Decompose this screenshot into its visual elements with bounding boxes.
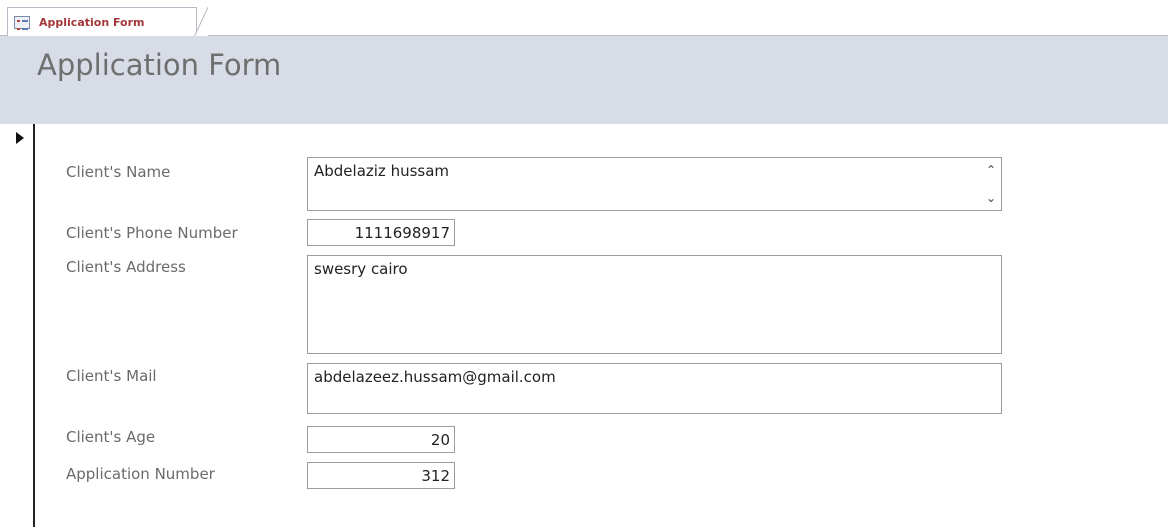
- form-header: Application Form: [0, 36, 1168, 124]
- application-number-field[interactable]: 312: [307, 462, 455, 489]
- client-name-label: Client's Name: [66, 163, 171, 181]
- tab-label: Application Form: [39, 15, 145, 29]
- record-selector[interactable]: [8, 124, 35, 527]
- client-age-value: 20: [430, 431, 450, 449]
- client-mail-value: abdelazeez.hussam@gmail.com: [314, 368, 556, 386]
- client-name-field[interactable]: Abdelaziz hussam ⌃ ⌄: [307, 157, 1002, 211]
- client-phone-field[interactable]: 1111698917: [307, 219, 455, 246]
- client-address-field[interactable]: swesry cairo: [307, 255, 1002, 354]
- client-address-label: Client's Address: [66, 258, 186, 276]
- client-mail-label: Client's Mail: [66, 367, 157, 385]
- application-number-value: 312: [421, 467, 450, 485]
- form-title: Application Form: [37, 48, 282, 82]
- client-phone-value: 1111698917: [354, 224, 450, 242]
- tab-application-form[interactable]: Application Form: [7, 7, 208, 37]
- document-tab-strip: Application Form: [0, 0, 1168, 37]
- client-mail-field[interactable]: abdelazeez.hussam@gmail.com: [307, 363, 1002, 414]
- client-phone-label: Client's Phone Number: [66, 224, 238, 242]
- client-name-scrollbar[interactable]: ⌃ ⌄: [982, 159, 1000, 209]
- client-age-label: Client's Age: [66, 428, 156, 446]
- application-number-label: Application Number: [66, 465, 215, 483]
- scroll-down-icon[interactable]: ⌄: [986, 187, 996, 209]
- client-address-value: swesry cairo: [314, 260, 408, 278]
- client-age-field[interactable]: 20: [307, 426, 455, 453]
- client-name-value: Abdelaziz hussam: [314, 162, 450, 180]
- current-record-arrow-icon: [16, 132, 24, 144]
- form-icon: [14, 15, 30, 30]
- scroll-up-icon[interactable]: ⌃: [986, 159, 996, 181]
